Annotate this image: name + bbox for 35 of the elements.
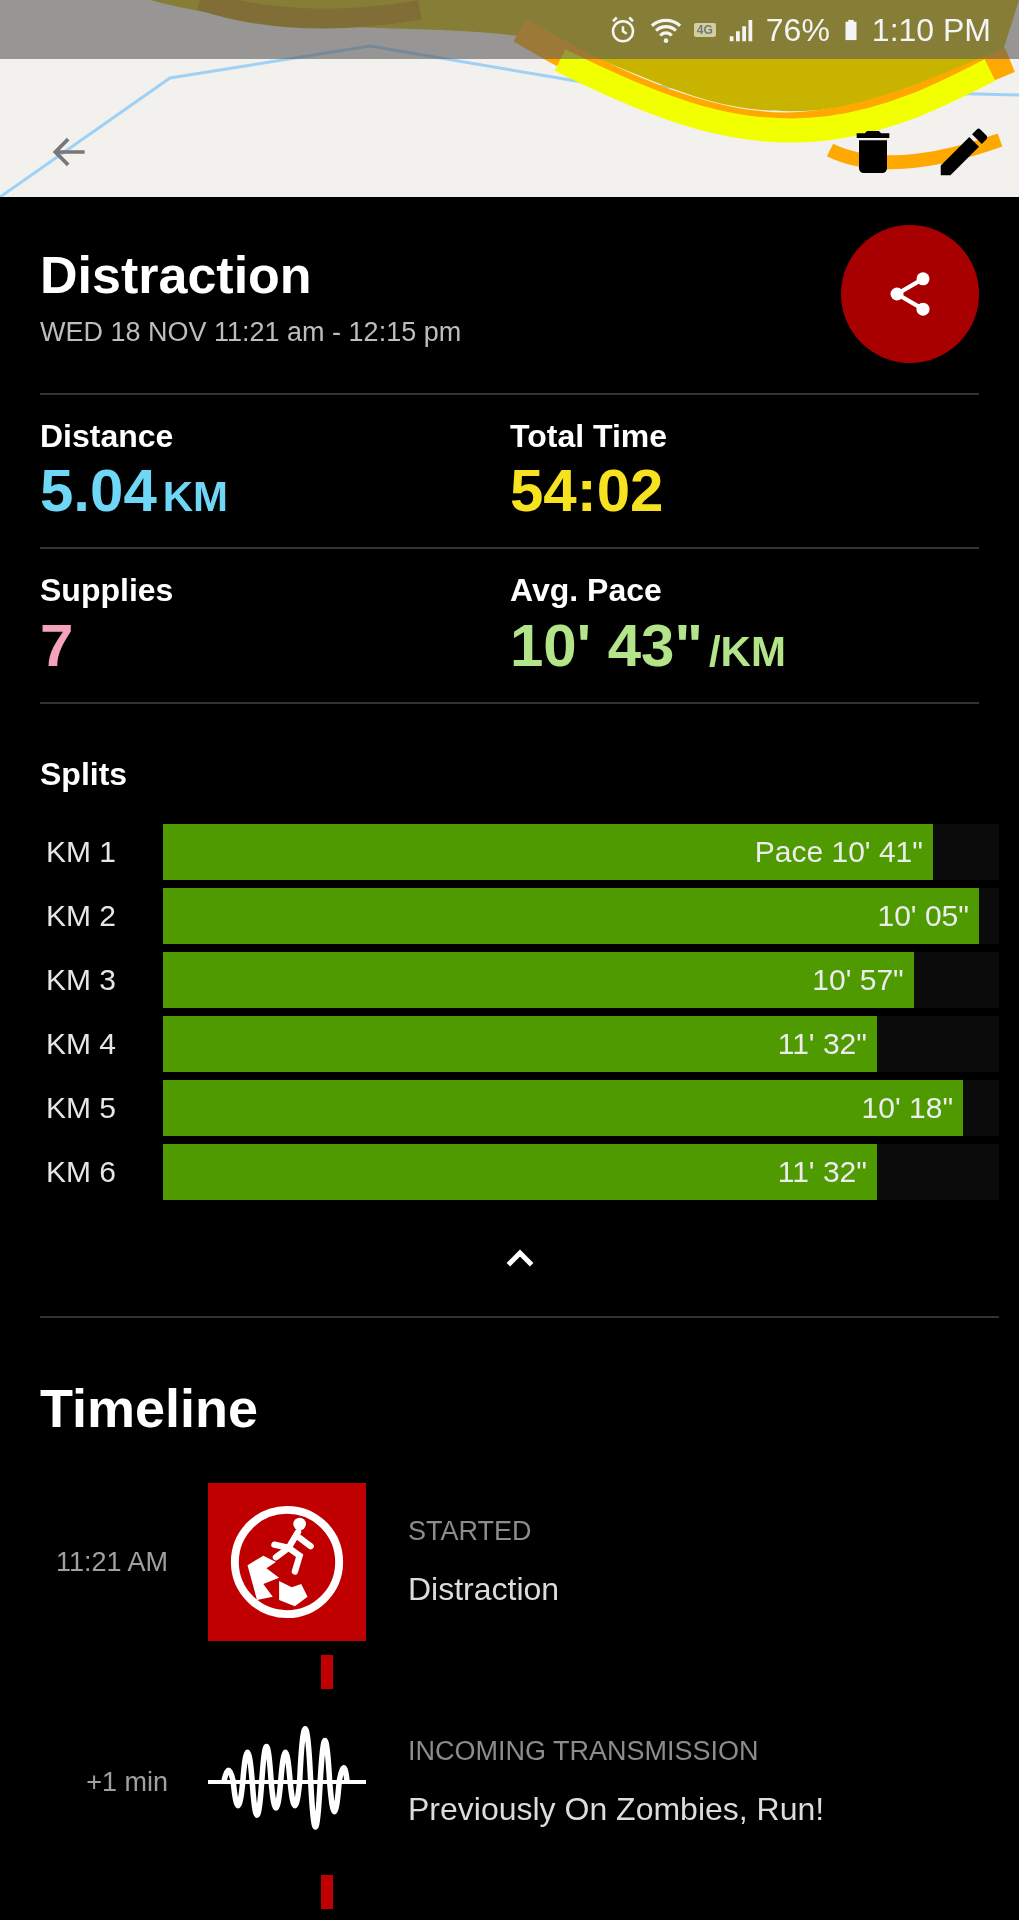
split-pace: Pace 10' 41" bbox=[754, 834, 923, 871]
split-label: KM 4 bbox=[45, 1026, 118, 1063]
timeline-connector bbox=[321, 1874, 333, 1909]
stat-value: 10' 43"/KM bbox=[510, 610, 787, 681]
timeline-connector bbox=[321, 1654, 333, 1689]
split-pace: 11' 32" bbox=[777, 1026, 867, 1063]
stat-value: 54:02 bbox=[510, 456, 665, 527]
split-pace: 11' 32" bbox=[777, 1154, 867, 1191]
split-label: KM 6 bbox=[45, 1154, 118, 1191]
stat-value: 7 bbox=[40, 610, 75, 681]
event-title: Previously On Zombies, Run! bbox=[408, 1790, 825, 1830]
section-title: Timeline bbox=[40, 1376, 260, 1440]
clock-time: 1:10 PM bbox=[871, 10, 991, 50]
stat-label: Supplies bbox=[40, 571, 175, 610]
split-label: KM 2 bbox=[45, 898, 118, 935]
event-title: Distraction bbox=[408, 1570, 560, 1610]
split-label: KM 1 bbox=[45, 834, 118, 871]
activity-title: Distraction bbox=[40, 247, 313, 305]
split-label: KM 5 bbox=[45, 1090, 118, 1127]
stat-label: Avg. Pace bbox=[510, 571, 663, 610]
event-type: STARTED bbox=[408, 1514, 533, 1548]
event-time: 11:21 AM bbox=[54, 1545, 168, 1579]
activity-date: WED 18 NOV 11:21 am - 12:15 pm bbox=[40, 316, 462, 350]
split-pace: 10' 05" bbox=[877, 898, 969, 935]
split-label: KM 3 bbox=[45, 962, 118, 999]
event-time: +1 min bbox=[85, 1765, 168, 1799]
runner-logo-icon bbox=[208, 1482, 366, 1641]
split-pace: 10' 18" bbox=[861, 1090, 954, 1127]
stat-label: Distance bbox=[40, 417, 175, 456]
split-pace: 10' 57" bbox=[812, 962, 904, 999]
battery-percent: 76% bbox=[765, 10, 830, 50]
section-title: Splits bbox=[40, 754, 129, 794]
stat-value: 5.04KM bbox=[40, 456, 230, 527]
stat-label: Total Time bbox=[510, 417, 669, 456]
event-type: INCOMING TRANSMISSION bbox=[408, 1734, 760, 1768]
